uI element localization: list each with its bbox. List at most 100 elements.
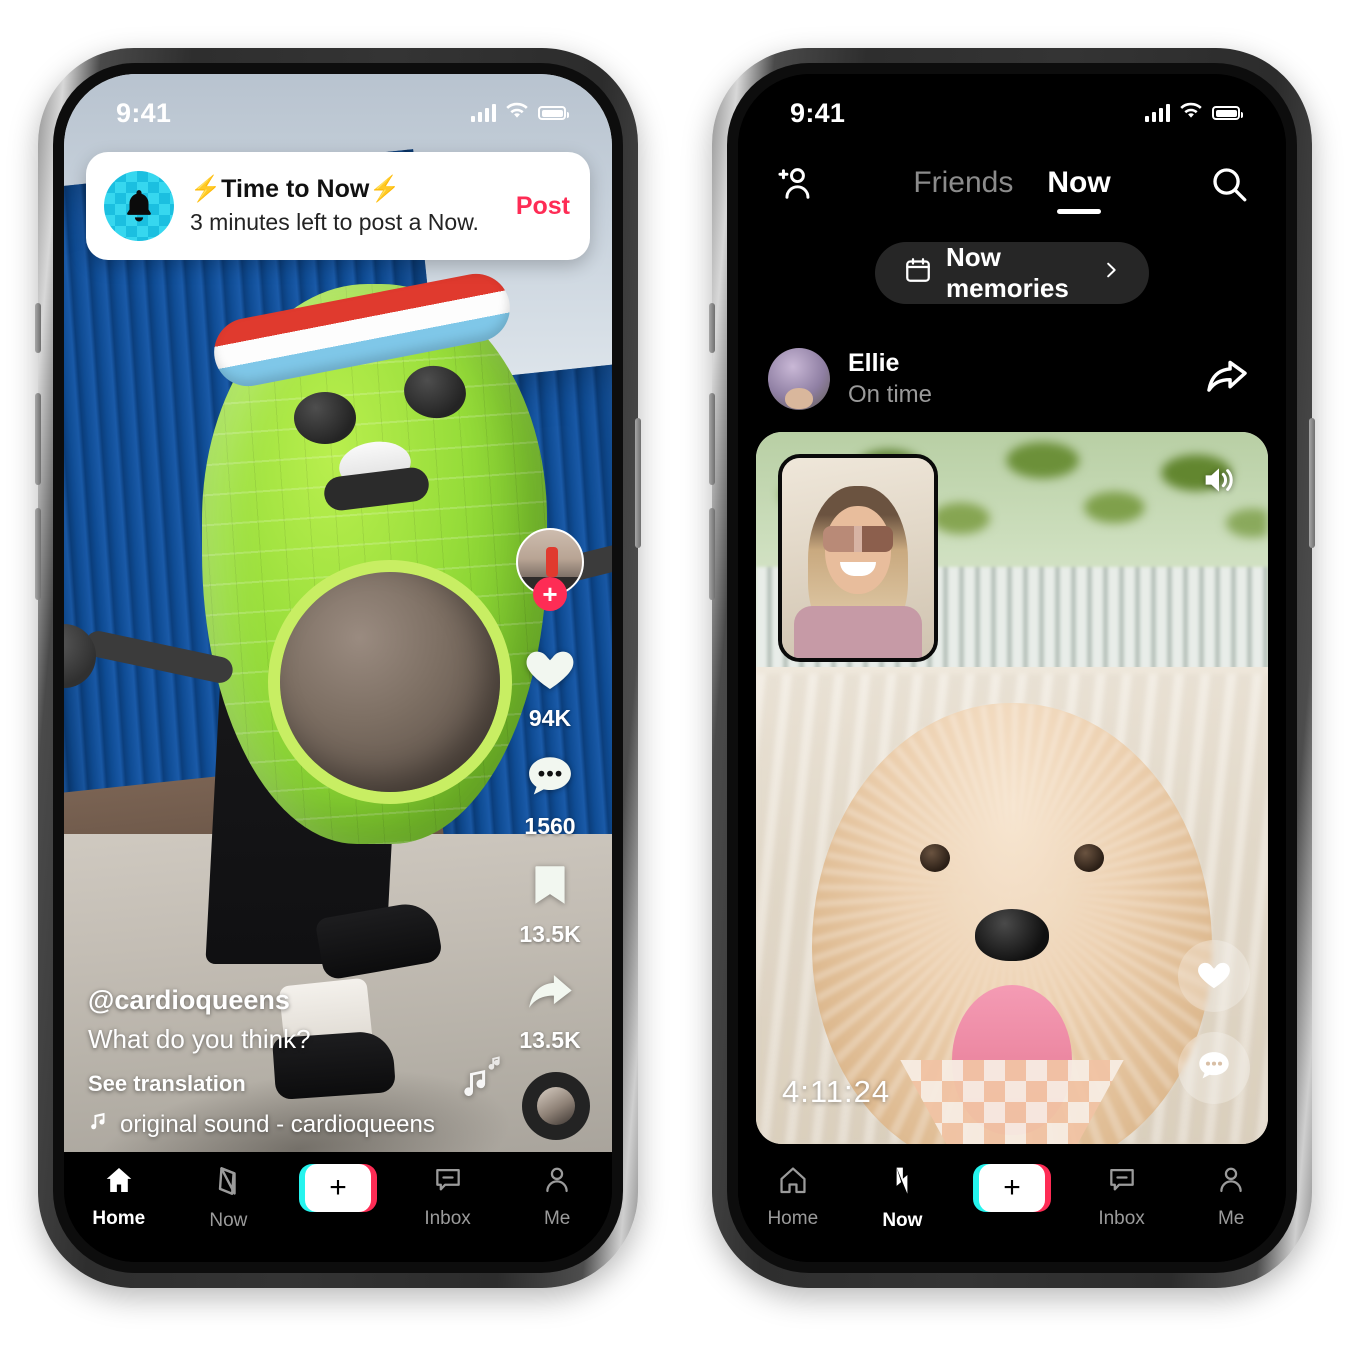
status-time: 9:41 (116, 97, 172, 128)
create-core: + (978, 1164, 1045, 1212)
right-phone-device: Friends Now Now memories Ellie On time 4… (709, 48, 1315, 1288)
heart-icon (1194, 955, 1234, 998)
volume-up-button[interactable] (709, 393, 715, 485)
now-card-actions (1178, 940, 1250, 1104)
left-tab-bar: Home Now + Inbox Me (64, 1152, 612, 1262)
dog-eye-right (1073, 843, 1104, 872)
add-person-icon[interactable] (774, 163, 816, 210)
tab-inbox[interactable]: Inbox (393, 1164, 503, 1230)
share-button[interactable]: 13.5K (519, 966, 581, 1054)
home-icon (102, 1164, 136, 1201)
now-tabs: Friends Now (913, 166, 1110, 206)
screenshot-canvas: ⚡Time to Now⚡ 3 minutes left to post a N… (0, 0, 1350, 1351)
caption-text: What do you think? (88, 1024, 311, 1054)
volume-down-button[interactable] (709, 508, 715, 600)
bookmark-icon (525, 858, 575, 917)
create-plus-icon[interactable]: + (298, 1164, 377, 1212)
volume-down-button[interactable] (35, 508, 41, 600)
caption-username[interactable]: @cardioqueens (88, 985, 508, 1016)
tab-home-label: Home (767, 1208, 819, 1229)
now-post-username[interactable]: Ellie (848, 348, 1184, 379)
dog-eye-left (920, 843, 951, 872)
left-phone-device: ⚡Time to Now⚡ 3 minutes left to post a N… (35, 48, 641, 1288)
like-button[interactable]: 94K (520, 640, 580, 732)
right-phone-screen: Friends Now Now memories Ellie On time 4… (738, 74, 1286, 1262)
comment-button[interactable] (1178, 1032, 1250, 1104)
time-to-now-notification[interactable]: ⚡Time to Now⚡ 3 minutes left to post a N… (86, 152, 590, 260)
chevron-right-icon (1101, 256, 1121, 291)
calendar-icon (903, 255, 933, 292)
like-button[interactable] (1178, 940, 1250, 1012)
action-rail: + 94K 1560 13.5K 13.5K (506, 528, 594, 1072)
power-button[interactable] (1309, 418, 1315, 548)
music-notes-icon (460, 1049, 512, 1112)
status-time: 9:41 (790, 97, 846, 128)
comment-button[interactable]: 1560 (521, 750, 579, 840)
tab-me[interactable]: Me (502, 1164, 612, 1230)
status-icons (470, 102, 569, 125)
speaker-icon[interactable] (1196, 460, 1242, 505)
status-icons (1144, 102, 1243, 125)
right-phone-bezel: Friends Now Now memories Ellie On time 4… (727, 63, 1297, 1273)
now-memories-button[interactable]: Now memories (875, 242, 1149, 304)
left-phone-bezel: ⚡Time to Now⚡ 3 minutes left to post a N… (53, 63, 623, 1273)
tab-inbox[interactable]: Inbox (1067, 1164, 1177, 1230)
tab-friends[interactable]: Friends (913, 166, 1013, 206)
video-caption: @cardioqueens What do you think? See tra… (88, 985, 508, 1140)
notification-text: ⚡Time to Now⚡ 3 minutes left to post a N… (190, 174, 500, 237)
share-icon[interactable] (1202, 354, 1252, 405)
right-tab-bar: Home Now + Inbox Me (738, 1152, 1286, 1262)
tab-now[interactable]: Now (174, 1164, 284, 1232)
battery-icon (538, 106, 569, 120)
silent-switch[interactable] (35, 303, 41, 353)
notification-title: ⚡Time to Now⚡ (190, 175, 401, 204)
tab-now-feed[interactable]: Now (1047, 166, 1110, 206)
tab-create[interactable]: + (957, 1164, 1067, 1212)
right-status-bar: 9:41 (738, 74, 1286, 138)
tab-me[interactable]: Me (1176, 1164, 1286, 1230)
avatar[interactable] (768, 348, 830, 410)
tab-home-label: Home (92, 1208, 146, 1229)
now-feed: Friends Now Now memories Ellie On time 4… (738, 74, 1286, 1262)
comment-icon (521, 750, 579, 809)
like-count: 94K (528, 705, 572, 731)
tab-now-label: Now (882, 1210, 923, 1231)
now-post-status: On time (848, 381, 933, 409)
tab-home[interactable]: Home (738, 1164, 848, 1230)
volume-up-button[interactable] (35, 393, 41, 485)
tab-create[interactable]: + (283, 1164, 393, 1212)
now-post-card[interactable]: 4:11:24 (756, 432, 1268, 1144)
see-translation-link[interactable]: See translation (88, 1071, 508, 1097)
for-you-feed[interactable]: ⚡Time to Now⚡ 3 minutes left to post a N… (64, 74, 612, 1262)
share-count: 13.5K (519, 1027, 581, 1053)
search-icon[interactable] (1208, 163, 1250, 210)
wifi-icon (1179, 102, 1203, 125)
inbox-icon (432, 1164, 464, 1201)
now-memories-label: Now memories (946, 242, 1069, 303)
left-phone-screen: ⚡Time to Now⚡ 3 minutes left to post a N… (64, 74, 612, 1262)
creator-avatar[interactable]: + (516, 528, 584, 611)
silent-switch[interactable] (709, 303, 715, 353)
create-core: + (304, 1164, 371, 1212)
dog-nose (974, 909, 1049, 962)
now-post-header: Ellie On time (738, 336, 1286, 422)
follow-plus-icon[interactable]: + (533, 577, 567, 611)
bookmark-count: 13.5K (519, 921, 581, 947)
comment-count: 1560 (524, 813, 576, 839)
left-status-bar: 9:41 (64, 74, 612, 138)
now-post-user-info: Ellie On time (848, 348, 1184, 410)
tab-now[interactable]: Now (848, 1164, 958, 1232)
post-button[interactable]: Post (516, 192, 570, 221)
avocado-eye-left (294, 392, 356, 444)
tab-home[interactable]: Home (64, 1164, 174, 1230)
music-row[interactable]: original sound - cardioqueens (88, 1109, 508, 1140)
comment-icon (1194, 1047, 1234, 1090)
heart-icon (520, 640, 580, 701)
front-camera-thumbnail[interactable] (778, 454, 938, 662)
person-icon (1215, 1164, 1247, 1201)
music-disc[interactable] (522, 1072, 590, 1140)
create-plus-icon[interactable]: + (972, 1164, 1051, 1212)
power-button[interactable] (635, 418, 641, 548)
bookmark-button[interactable]: 13.5K (519, 858, 581, 948)
avocado-pit (280, 572, 500, 792)
